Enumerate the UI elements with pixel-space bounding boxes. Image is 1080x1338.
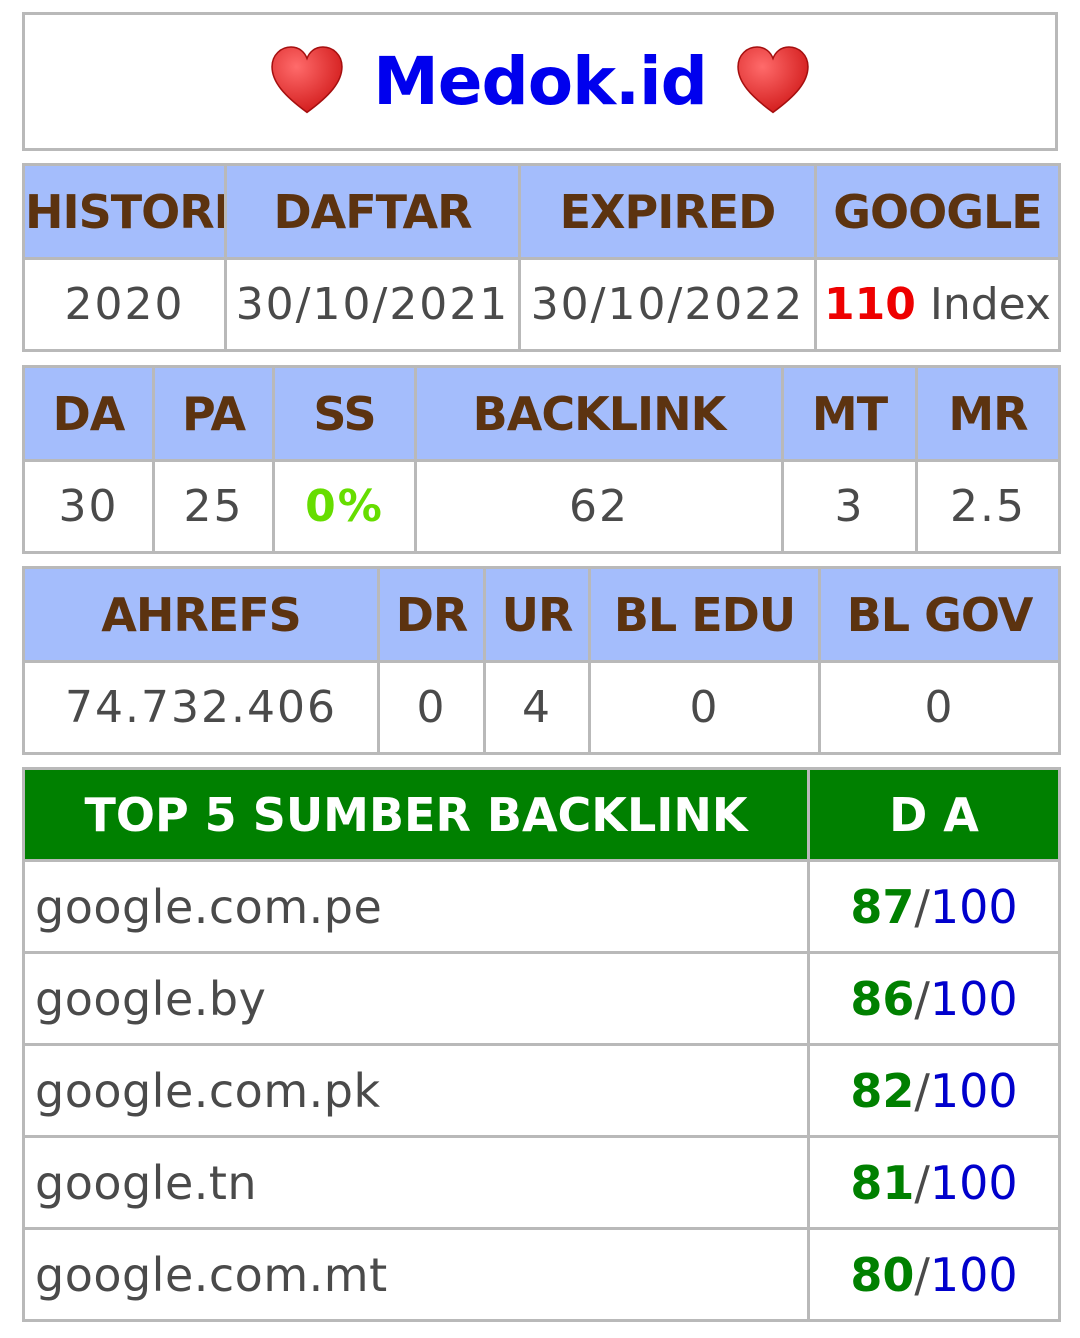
backlink-value: 62	[414, 459, 784, 554]
daftar-value: 30/10/2021	[224, 257, 521, 352]
heart-icon	[271, 45, 343, 113]
table-row: google.com.pk 82/100	[22, 1043, 1061, 1138]
bl-gov-value: 0	[818, 660, 1061, 755]
backlink-da: 87/100	[807, 859, 1061, 954]
da-max: 100	[929, 1155, 1018, 1210]
da-max: 100	[929, 1247, 1018, 1302]
header-pa: PA	[152, 365, 275, 462]
da-score: 81	[850, 1155, 915, 1210]
header-ss: SS	[272, 365, 417, 462]
histori-value: 2020	[22, 257, 227, 352]
header-daftar: DAFTAR	[224, 163, 521, 260]
header-ahrefs: AHREFS	[22, 566, 380, 663]
mt-value: 3	[781, 459, 918, 554]
bl-edu-value: 0	[588, 660, 821, 755]
mr-value: 2.5	[915, 459, 1061, 554]
da-value: 30	[22, 459, 155, 554]
table-row: google.by 86/100	[22, 951, 1061, 1046]
site-title: Medok.id	[373, 43, 708, 120]
header-bl-gov: BL GOV	[818, 566, 1061, 663]
da-slash: /	[914, 971, 930, 1026]
backlink-da: 81/100	[807, 1135, 1061, 1230]
google-index-value: 110 Index	[814, 257, 1061, 352]
da-slash: /	[914, 1155, 930, 1210]
backlink-source: google.tn	[22, 1135, 810, 1230]
header-expired: EXPIRED	[518, 163, 817, 260]
backlink-da: 80/100	[807, 1227, 1061, 1322]
google-index-suffix: Index	[915, 279, 1051, 330]
domain-history-table: HISTORI DAFTAR EXPIRED GOOGLE 2020 30/10…	[22, 163, 1061, 352]
backlink-da: 86/100	[807, 951, 1061, 1046]
da-score: 87	[850, 879, 915, 934]
seo-metrics-table: DA PA SS BACKLINK MT MR 30 25 0% 62 3 2.…	[22, 365, 1061, 554]
top-backlinks-table: TOP 5 SUMBER BACKLINK D A google.com.pe …	[22, 767, 1061, 1322]
backlink-da: 82/100	[807, 1043, 1061, 1138]
header-google: GOOGLE	[814, 163, 1061, 260]
header-da: DA	[22, 365, 155, 462]
dr-value: 0	[377, 660, 486, 755]
table-row: google.com.pe 87/100	[22, 859, 1061, 954]
heart-icon	[737, 45, 809, 113]
da-slash: /	[914, 879, 930, 934]
expired-value: 30/10/2022	[518, 257, 817, 352]
backlink-source: google.com.pk	[22, 1043, 810, 1138]
da-max: 100	[929, 1063, 1018, 1118]
da-score: 86	[850, 971, 915, 1026]
ahrefs-value: 74.732.406	[22, 660, 380, 755]
header-ur: UR	[483, 566, 591, 663]
header-source-da: D A	[807, 767, 1061, 862]
table-row: google.tn 81/100	[22, 1135, 1061, 1230]
ur-value: 4	[483, 660, 591, 755]
header-histori: HISTORI	[22, 163, 227, 260]
site-title-box: Medok.id	[22, 12, 1058, 151]
backlink-source: google.com.pe	[22, 859, 810, 954]
google-index-count: 110	[824, 279, 916, 330]
da-score: 80	[850, 1247, 915, 1302]
da-max: 100	[929, 879, 1018, 934]
ahrefs-table: AHREFS DR UR BL EDU BL GOV 74.732.406 0 …	[22, 566, 1061, 755]
header-top-sources: TOP 5 SUMBER BACKLINK	[22, 767, 810, 862]
backlink-source: google.com.mt	[22, 1227, 810, 1322]
pa-value: 25	[152, 459, 275, 554]
table-row: google.com.mt 80/100	[22, 1227, 1061, 1322]
ss-value: 0%	[272, 459, 417, 554]
header-dr: DR	[377, 566, 486, 663]
backlink-source: google.by	[22, 951, 810, 1046]
da-max: 100	[929, 971, 1018, 1026]
header-mr: MR	[915, 365, 1061, 462]
da-slash: /	[914, 1063, 930, 1118]
da-score: 82	[850, 1063, 915, 1118]
header-mt: MT	[781, 365, 918, 462]
da-slash: /	[914, 1247, 930, 1302]
header-backlink: BACKLINK	[414, 365, 784, 462]
header-bl-edu: BL EDU	[588, 566, 821, 663]
